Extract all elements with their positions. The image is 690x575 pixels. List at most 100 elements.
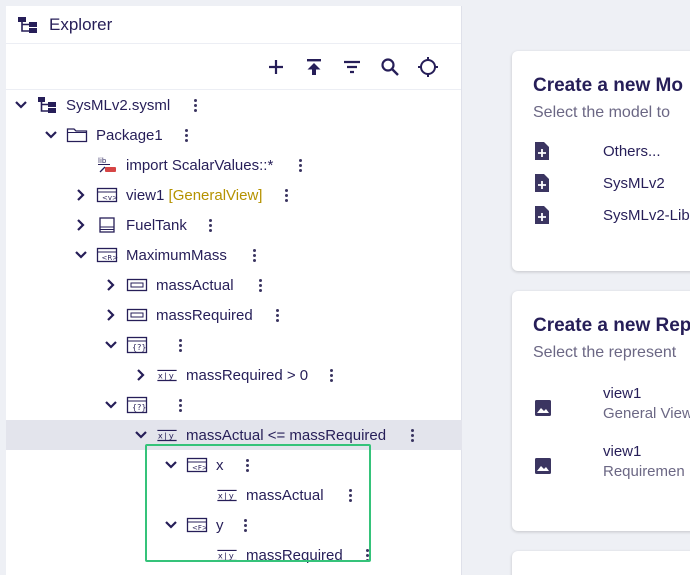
svg-text:y: y	[169, 431, 174, 441]
svg-text:y: y	[229, 491, 234, 501]
feature-icon: <F>	[186, 516, 208, 534]
create-model-card: Create a new Mo Select the model to Othe…	[512, 51, 690, 271]
upload-document-button[interactable]	[295, 51, 333, 83]
tree-item-label: massActual	[246, 487, 324, 504]
representation-item-general-view[interactable]: view1 General View	[512, 385, 690, 431]
more-options-icon[interactable]	[175, 396, 185, 414]
chevron-down-icon[interactable]	[12, 96, 30, 114]
more-options-icon[interactable]	[295, 156, 305, 174]
more-options-icon[interactable]	[190, 96, 200, 114]
create-representation-title: Create a new Rep	[533, 315, 690, 336]
more-options-icon[interactable]	[345, 486, 355, 504]
chevron-right-icon[interactable]	[72, 186, 90, 204]
tree-item[interactable]: x | y massRequired > 0	[6, 360, 462, 390]
svg-text:{?}: {?}	[132, 343, 146, 352]
explorer-header: Explorer	[6, 6, 461, 44]
tree-item-label: import ScalarValues::*	[126, 157, 273, 174]
more-options-icon[interactable]	[175, 336, 185, 354]
tree-item[interactable]: lib import ScalarValues::*	[6, 150, 462, 180]
more-options-icon[interactable]	[281, 186, 291, 204]
new-file-icon	[534, 141, 550, 161]
more-options-icon[interactable]	[362, 546, 372, 564]
tree-item[interactable]: FuelTank	[6, 210, 462, 240]
tree-item[interactable]: <F> x	[6, 450, 462, 480]
more-options-icon[interactable]	[249, 246, 259, 264]
tree-item-text: massRequired	[246, 546, 343, 564]
tree-item[interactable]: SysMLv2.sysml	[6, 90, 462, 120]
chevron-down-icon[interactable]	[162, 456, 180, 474]
more-options-icon[interactable]	[240, 516, 250, 534]
svg-text:<v>: <v>	[102, 194, 118, 202]
tree-item[interactable]: x | y massRequired	[6, 540, 462, 570]
tree-item[interactable]: Package1	[6, 120, 462, 150]
svg-text:x: x	[158, 371, 163, 381]
expression-icon: x | y	[156, 366, 178, 384]
explorer-title: Explorer	[49, 14, 113, 34]
chevron-down-icon[interactable]	[102, 336, 120, 354]
tree-item-label: x	[216, 457, 224, 474]
attribute-icon	[126, 276, 148, 294]
tree-item[interactable]: {?}	[6, 330, 462, 360]
svg-text:|: |	[224, 491, 227, 501]
reveal-selection-button[interactable]	[409, 51, 447, 83]
chevron-down-icon[interactable]	[132, 426, 150, 444]
import-icon: lib	[96, 156, 118, 174]
chevron-right-icon[interactable]	[72, 216, 90, 234]
more-options-icon[interactable]	[205, 216, 215, 234]
search-button[interactable]	[371, 51, 409, 83]
more-options-icon[interactable]	[242, 456, 252, 474]
create-representation-card: Create a new Rep Select the represent vi…	[512, 291, 690, 531]
tree-item[interactable]: <F> y	[6, 510, 462, 540]
chevron-down-icon[interactable]	[102, 396, 120, 414]
create-model-item-label: Others...	[603, 142, 661, 160]
tree-item-text: y	[216, 516, 224, 534]
more-options-icon[interactable]	[272, 306, 282, 324]
tree-item[interactable]: x | y massActual	[6, 480, 462, 510]
svg-text:|: |	[224, 551, 227, 561]
svg-text:|: |	[164, 431, 167, 441]
chevron-down-icon[interactable]	[72, 246, 90, 264]
svg-text:lib: lib	[98, 157, 107, 165]
tree-item[interactable]: massActual	[6, 270, 462, 300]
create-model-subtitle: Select the model to	[533, 104, 670, 121]
tree-item-text: massRequired > 0	[186, 366, 309, 384]
tree-item-label: massRequired	[156, 307, 253, 324]
representation-name: view1	[603, 385, 642, 402]
tree-item-text: SysMLv2.sysml	[66, 96, 171, 114]
tree-item-label: FuelTank	[126, 217, 187, 234]
tree-item-label: massActual <= massRequired	[186, 427, 386, 444]
upload-icon	[304, 57, 324, 77]
tree-item-label: y	[216, 517, 224, 534]
chevron-right-icon[interactable]	[132, 366, 150, 384]
chevron-down-icon[interactable]	[42, 126, 60, 144]
chevron-right-icon[interactable]	[102, 276, 120, 294]
image-icon	[534, 457, 552, 475]
representation-item-requirement-view[interactable]: view1 Requiremen	[512, 443, 690, 489]
chevron-right-icon[interactable]	[102, 306, 120, 324]
tree-item[interactable]: x | y massActual <= massRequired	[6, 420, 462, 450]
create-model-title: Create a new Mo	[533, 75, 683, 96]
tree-item[interactable]: <R> MaximumMass	[6, 240, 462, 270]
more-options-icon[interactable]	[326, 366, 336, 384]
tree-item-text: import ScalarValues::*	[126, 156, 274, 174]
new-model-button[interactable]	[257, 51, 295, 83]
filter-button[interactable]	[333, 51, 371, 83]
chevron-down-icon[interactable]	[162, 516, 180, 534]
tree-item-label: massRequired > 0	[186, 367, 308, 384]
svg-text:y: y	[169, 371, 174, 381]
create-representation-subtitle: Select the represent	[533, 344, 677, 361]
additional-card	[512, 551, 690, 575]
tree-item-label: view1 [GeneralView]	[126, 187, 262, 204]
tree-item-text: FuelTank	[126, 216, 187, 234]
tree-item[interactable]: <v> view1 [GeneralView]	[6, 180, 462, 210]
more-options-icon[interactable]	[181, 126, 191, 144]
plus-icon	[266, 57, 286, 77]
model-icon	[36, 96, 58, 114]
svg-text:|: |	[164, 371, 167, 381]
tree-item[interactable]: massRequired	[6, 300, 462, 330]
more-options-icon[interactable]	[407, 426, 417, 444]
svg-text:<R>: <R>	[102, 254, 119, 262]
create-model-item-label: SysMLv2	[603, 174, 665, 192]
more-options-icon[interactable]	[255, 276, 265, 294]
tree-item[interactable]: {?}	[6, 390, 462, 420]
